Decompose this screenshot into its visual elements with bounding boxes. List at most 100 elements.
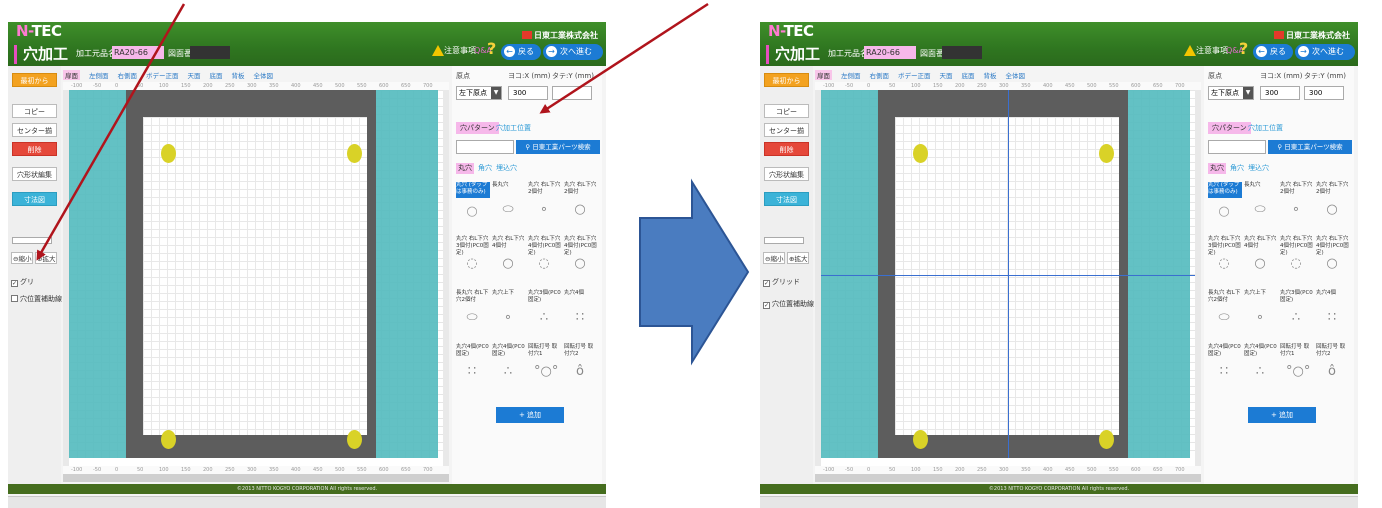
shape-option[interactable]: 丸穴4個(PC0固定) ∴ [1244,344,1278,390]
shape-option[interactable]: 回転打号 取付穴2 ô [1316,344,1350,390]
horizontal-scrollbar[interactable] [815,474,1201,482]
shape-option[interactable]: 丸穴 (タップは事務のみ) ○ [456,182,490,219]
shape-option[interactable]: 丸穴 右L下穴2個付 ○ [1316,182,1350,228]
shape-option[interactable]: 長丸穴 ⬭ [492,182,526,228]
grid-checkbox[interactable]: ✓ グリ [11,277,34,287]
tab-hole-pattern[interactable]: 穴パターン [1208,122,1251,134]
shape-option[interactable]: 長丸穴 右L下穴2個付 ⬭ [456,290,490,336]
zoom-in-button[interactable]: ⊕拡大 [35,252,58,264]
assist-line-checkbox[interactable]: ✓ 穴位置補助線 [763,299,814,309]
back-button[interactable]: ← 戻る [1253,44,1293,60]
shape-option[interactable]: 回転打号 取付穴1 °○° [528,344,562,390]
parts-search-button[interactable]: ⚲ 日東工業パーツ検索 [1268,140,1352,154]
assist-line-checkbox[interactable]: 穴位置補助線 [11,294,62,304]
hole-marker[interactable] [347,144,362,163]
help-icon[interactable]: ? [1239,39,1248,58]
hole-marker[interactable] [1099,144,1114,163]
tab-top[interactable]: 天面 [940,70,953,80]
tab-body-front[interactable]: ボデー正面 [146,70,179,80]
horizontal-scrollbar[interactable] [63,474,449,482]
door-plate[interactable] [143,117,367,435]
tab-body-front[interactable]: ボデー正面 [898,70,931,80]
door-plate[interactable] [895,117,1119,435]
back-button[interactable]: ← 戻る [501,44,541,60]
hole-marker[interactable] [161,430,176,449]
zoom-slider[interactable] [764,237,804,244]
tab-right-side[interactable]: 右側面 [870,70,890,80]
part-name-field[interactable]: RA20-66 [112,46,164,59]
tab-embedded-hole[interactable]: 埋込穴 [1248,163,1269,174]
add-button[interactable]: + 追加 [1248,407,1316,423]
shape-option[interactable]: 丸穴 右L下穴4個付(PC0固定) ◌ [528,236,562,282]
shape-option[interactable]: 丸穴3個(PC0固定) ∴ [528,290,562,336]
shape-option[interactable]: 丸穴3個(PC0固定) ∴ [1280,290,1314,336]
zoom-slider[interactable] [12,237,52,244]
window-scrollbar[interactable] [8,496,606,508]
next-button[interactable]: → 次へ進む [543,44,603,60]
shape-option[interactable]: 回転打号 取付穴2 ô [564,344,598,390]
origin-select[interactable]: 左下原点 ▼ [1208,86,1254,100]
shape-option[interactable]: 丸穴4個(PC0固定) ∴ [492,344,526,390]
zoom-out-button[interactable]: ⊖縮小 [763,252,786,264]
print-drawing-button[interactable]: 寸法図 [12,192,57,206]
tab-overall[interactable]: 全体図 [1006,70,1026,80]
warning-link[interactable]: 注意事項 [1196,45,1228,56]
tab-overall[interactable]: 全体図 [254,70,274,80]
tab-back[interactable]: 背板 [232,70,245,80]
x-input[interactable]: 300 [508,86,548,100]
drawing-canvas[interactable]: -100 -50 0 50 100 150 200 250 300 350 400 450 500 550… [815,82,1201,482]
shape-option[interactable]: 長丸穴 右L下穴2個付 ⬭ [1208,290,1242,336]
tab-square-hole[interactable]: 角穴 [478,163,492,174]
tab-door[interactable]: 扉面 [63,70,80,80]
start-over-button[interactable]: 最初から [764,73,809,87]
shape-option[interactable]: 丸穴 右L下穴3個付(PC0固定) ◌ [456,236,490,282]
shape-option[interactable]: 丸穴4個 ∷ [1316,290,1350,336]
hole-marker[interactable] [913,430,928,449]
center-align-button[interactable]: センター揃 [12,123,57,137]
grid-checkbox[interactable]: ✓ グリッド [763,277,800,287]
copy-button[interactable]: コピー [764,104,809,118]
drawing-canvas[interactable]: -100 -50 0 50 100 150 200 250 300 350 400 450 500 550… [63,82,449,482]
parts-search-input[interactable] [456,140,514,154]
delete-button[interactable]: 削除 [12,142,57,156]
warning-icon[interactable] [1184,45,1196,56]
shape-option[interactable]: 丸穴 右L下穴4個付 ○ [1244,236,1278,282]
tab-right-side[interactable]: 右側面 [118,70,138,80]
hole-marker[interactable] [1099,430,1114,449]
tab-left-side[interactable]: 左側面 [89,70,109,80]
shape-option[interactable]: 丸穴 右L下穴4個付(PC0固定) ◌ [1280,236,1314,282]
shape-option[interactable]: 丸穴 右L下穴3個付(PC0固定) ◌ [1208,236,1242,282]
tab-top[interactable]: 天面 [188,70,201,80]
shape-option[interactable]: 丸穴 右L下穴4個付 ○ [492,236,526,282]
tab-square-hole[interactable]: 角穴 [1230,163,1244,174]
shape-option[interactable]: 丸穴 右L下穴2個付 ∘ [1280,182,1314,228]
print-drawing-button[interactable]: 寸法図 [764,192,809,206]
drawing-no-field[interactable] [942,46,982,59]
parts-search-input[interactable] [1208,140,1266,154]
shape-option[interactable]: 丸穴上下 ∘ [492,290,526,336]
hole-edit-button[interactable]: 穴形状編集 [764,167,809,181]
warning-link[interactable]: 注意事項 [444,45,476,56]
y-input[interactable]: 300 [1304,86,1344,100]
tab-left-side[interactable]: 左側面 [841,70,861,80]
hole-marker[interactable] [161,144,176,163]
shape-option[interactable]: 回転打号 取付穴1 °○° [1280,344,1314,390]
tab-round-hole[interactable]: 丸穴 [456,163,474,174]
center-align-button[interactable]: センター揃 [764,123,809,137]
tab-hole-pattern[interactable]: 穴パターン [456,122,499,134]
shape-option[interactable]: 丸穴 右L下穴4個付(PC0固定) ○ [1316,236,1350,282]
hole-marker[interactable] [913,144,928,163]
tab-bottom[interactable]: 底面 [210,70,223,80]
shape-option[interactable]: 丸穴 (タップは事務のみ) ○ [1208,182,1242,219]
tab-hole-position[interactable]: 穴加工位置 [496,122,531,134]
zoom-in-button[interactable]: ⊕拡大 [787,252,810,264]
tab-round-hole[interactable]: 丸穴 [1208,163,1226,174]
start-over-button[interactable]: 最初から [12,73,57,87]
add-button[interactable]: + 追加 [496,407,564,423]
shape-option[interactable]: 丸穴4個(PC0固定) ∷ [456,344,490,390]
warning-icon[interactable] [432,45,444,56]
zoom-out-button[interactable]: ⊖縮小 [11,252,34,264]
shape-option[interactable]: 丸穴 右L下穴2個付 ○ [564,182,598,228]
hole-edit-button[interactable]: 穴形状編集 [12,167,57,181]
part-name-field[interactable]: RA20-66 [864,46,916,59]
